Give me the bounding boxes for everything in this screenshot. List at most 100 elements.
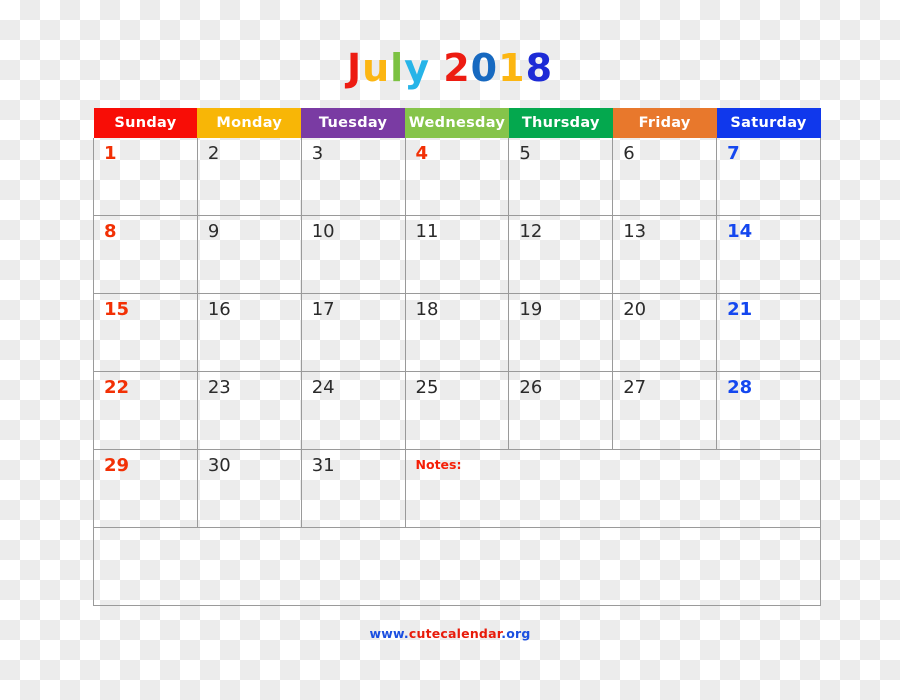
day-cell[interactable]: 31 (300, 449, 406, 528)
footer-url-tld: .org (501, 626, 531, 641)
weekday-header-saturday: Saturday (716, 107, 821, 138)
week-row: 15 16 17 18 19 20 21 (93, 293, 821, 372)
notes-cell[interactable]: Notes: (404, 449, 822, 528)
day-cell[interactable]: 22 (93, 371, 198, 450)
day-cell[interactable]: 18 (404, 293, 510, 372)
title-glyph: l (390, 46, 405, 90)
title-glyph: 2 (443, 46, 471, 90)
week-row: 8 9 10 11 12 13 14 (93, 215, 821, 294)
day-cell[interactable]: 3 (300, 137, 406, 216)
day-number: 28 (727, 377, 753, 398)
day-number: 23 (207, 377, 231, 398)
week-row: 22 23 24 25 26 27 28 (93, 371, 821, 450)
day-number: 30 (207, 455, 231, 476)
day-cell[interactable]: 30 (196, 449, 302, 528)
weekday-header-row: Sunday Monday Tuesday Wednesday Thursday… (93, 107, 821, 138)
weekday-header-monday: Monday (197, 107, 302, 138)
day-number: 25 (415, 377, 439, 398)
day-cell[interactable]: 14 (716, 215, 821, 294)
day-cell[interactable]: 6 (612, 137, 718, 216)
day-cell[interactable]: 2 (196, 137, 302, 216)
notes-continuation-cell[interactable] (93, 527, 821, 606)
weekday-label: Thursday (521, 114, 600, 131)
day-number: 19 (519, 299, 543, 320)
day-number: 21 (727, 299, 753, 320)
day-number: 17 (311, 299, 335, 320)
day-number: 15 (104, 299, 130, 320)
day-cell[interactable]: 26 (508, 371, 614, 450)
day-cell[interactable]: 9 (196, 215, 302, 294)
day-cell[interactable]: 28 (716, 371, 821, 450)
weekday-header-tuesday: Tuesday (301, 107, 406, 138)
title-glyph: J (346, 46, 363, 90)
weekday-header-thursday: Thursday (508, 107, 613, 138)
weekday-header-sunday: Sunday (93, 107, 198, 138)
day-number: 20 (623, 299, 647, 320)
day-number: 11 (415, 221, 439, 242)
day-cell[interactable]: 5 (508, 137, 614, 216)
weekday-label: Sunday (114, 114, 177, 131)
day-number: 5 (519, 143, 531, 164)
day-number: 22 (104, 377, 130, 398)
day-number: 16 (207, 299, 231, 320)
title-glyph: y (404, 46, 430, 90)
day-number: 31 (311, 455, 335, 476)
day-cell[interactable]: 17 (300, 293, 406, 372)
day-number: 7 (727, 143, 740, 164)
day-cell[interactable]: 12 (508, 215, 614, 294)
day-cell[interactable]: 21 (716, 293, 821, 372)
notes-label: Notes: (415, 457, 462, 472)
footer-url[interactable]: www.cutecalendar.org (0, 626, 900, 641)
day-number: 14 (727, 221, 753, 242)
weekday-label: Monday (216, 114, 283, 131)
day-cell[interactable]: 10 (300, 215, 406, 294)
week-row-last: 29 30 31 Notes: (93, 449, 822, 528)
day-number: 6 (623, 143, 635, 164)
weekday-header-wednesday: Wednesday (405, 107, 509, 138)
day-cell[interactable]: 1 (93, 137, 198, 216)
day-cell[interactable]: 27 (612, 371, 718, 450)
day-number: 8 (104, 221, 117, 242)
day-cell[interactable]: 19 (508, 293, 614, 372)
day-number: 27 (623, 377, 647, 398)
day-cell[interactable]: 4 (404, 137, 510, 216)
day-cell[interactable]: 8 (93, 215, 198, 294)
day-cell[interactable]: 29 (93, 449, 198, 528)
day-cell[interactable]: 7 (716, 137, 821, 216)
day-cell[interactable]: 23 (196, 371, 302, 450)
day-number: 13 (623, 221, 647, 242)
day-cell[interactable]: 16 (196, 293, 302, 372)
day-number: 2 (207, 143, 220, 164)
day-number: 29 (104, 455, 130, 476)
day-number: 24 (311, 377, 335, 398)
day-cell[interactable]: 11 (404, 215, 510, 294)
day-number: 26 (519, 377, 543, 398)
weekday-label: Saturday (730, 114, 807, 131)
day-cell[interactable]: 24 (300, 371, 406, 450)
footer-url-protocol: www. (369, 626, 409, 641)
calendar-title: July 2018 (0, 46, 900, 90)
calendar-grid: Sunday Monday Tuesday Wednesday Thursday… (93, 107, 822, 606)
day-number: 3 (311, 143, 324, 164)
day-cell[interactable]: 13 (612, 215, 718, 294)
title-glyph (430, 46, 443, 90)
title-glyph: 0 (470, 46, 499, 90)
day-number: 10 (311, 221, 335, 242)
week-row: 1 2 3 4 5 6 7 (93, 137, 821, 216)
day-cell[interactable]: 20 (612, 293, 718, 372)
title-glyph: 8 (525, 46, 554, 90)
calendar-body: 1 2 3 4 5 6 7 8 9 10 11 12 13 14 15 16 1… (93, 137, 822, 606)
title-glyph: 1 (498, 46, 526, 90)
weekday-label: Friday (638, 114, 691, 131)
day-cell[interactable]: 15 (93, 293, 198, 372)
day-number: 12 (519, 221, 543, 242)
weekday-header-friday: Friday (612, 107, 717, 138)
day-number: 4 (415, 143, 429, 164)
title-glyph: u (362, 46, 391, 90)
weekday-label: Tuesday (318, 114, 388, 131)
day-number: 9 (207, 221, 220, 242)
notes-continuation-row (93, 527, 821, 606)
day-cell[interactable]: 25 (404, 371, 510, 450)
footer-url-domain: cutecalendar (408, 626, 502, 641)
weekday-label: Wednesday (408, 114, 506, 131)
